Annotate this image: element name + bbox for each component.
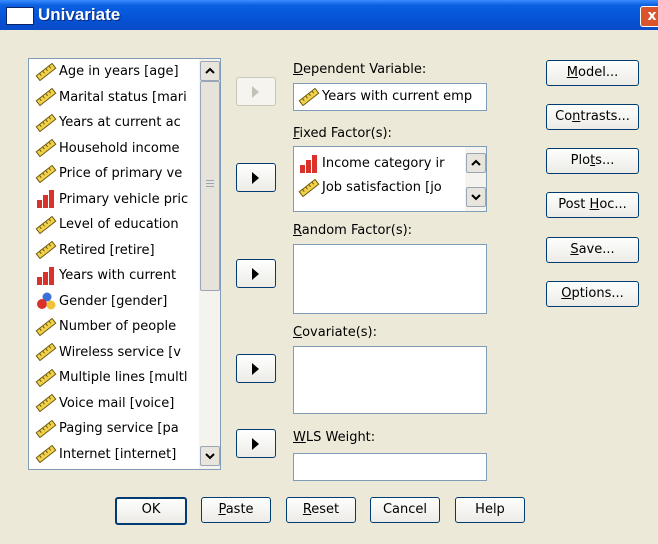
window-title: Univariate: [38, 5, 121, 24]
chevron-up-icon: [471, 159, 481, 166]
list-item-label: Voice mail [voice]: [59, 395, 175, 411]
list-item[interactable]: Retired [retire]: [35, 240, 199, 262]
dependent-variable-value: Years with current emp: [322, 89, 473, 104]
fixed-factors-label: Fixed Factor(s):: [293, 126, 392, 141]
move-to-dependent-button[interactable]: [236, 77, 276, 106]
scale-ruler-icon: [35, 139, 57, 157]
paste-button[interactable]: Paste: [201, 497, 271, 523]
model-button[interactable]: Model...: [546, 60, 639, 86]
options-button[interactable]: Options...: [546, 281, 639, 307]
list-item[interactable]: Price of primary ve: [35, 163, 199, 185]
list-item-label: Internet [internet]: [59, 446, 177, 462]
scale-ruler-icon: [35, 113, 57, 132]
list-item-label: Years with current: [59, 268, 177, 283]
post-hoc-button[interactable]: Post Hoc...: [546, 192, 639, 218]
scroll-up-button[interactable]: [466, 153, 486, 173]
list-item[interactable]: Gender [gender]: [35, 291, 199, 313]
fixed-factors-list[interactable]: Income category ir Job satisfaction [jo: [293, 146, 487, 212]
dependent-variable-field[interactable]: Years with current emp: [293, 83, 487, 111]
scroll-up-button[interactable]: [200, 61, 220, 81]
list-item[interactable]: Years with current: [35, 265, 199, 287]
ordinal-bars-icon: [35, 266, 57, 285]
help-button[interactable]: Help: [455, 497, 525, 523]
plots-button[interactable]: Plots...: [546, 148, 639, 174]
list-item-label: Household income: [59, 140, 180, 156]
source-list-scrollbar[interactable]: [199, 59, 220, 469]
move-to-random-factors-button[interactable]: [236, 259, 276, 288]
source-variable-list[interactable]: Age in years [age] Marital status [mari Ye…: [28, 58, 221, 470]
fixed-factors-scrollbar[interactable]: [465, 147, 486, 211]
list-item[interactable]: Primary vehicle pric: [35, 189, 199, 211]
scale-ruler-icon: [35, 343, 57, 361]
covariates-list[interactable]: [293, 346, 487, 414]
scale-ruler-icon: [35, 215, 57, 234]
list-item-label: Price of primary ve: [59, 166, 183, 181]
scale-ruler-icon: [35, 394, 57, 412]
ordinal-bars-icon: [35, 190, 57, 208]
wls-weight-label: WLS Weight:: [293, 430, 376, 445]
scale-ruler-icon: [35, 368, 57, 387]
list-item[interactable]: Household income: [35, 138, 199, 160]
list-item-label: Multiple lines [multl: [59, 370, 188, 385]
covariates-label: Covariate(s):: [293, 325, 378, 340]
list-item-label: Paging service [pa: [59, 421, 179, 436]
scale-ruler-icon: [35, 419, 57, 438]
list-item[interactable]: Marital status [mari: [35, 87, 199, 109]
scroll-down-button[interactable]: [200, 446, 220, 466]
scale-ruler-icon: [35, 88, 57, 106]
ordinal-bars-icon: [298, 154, 320, 173]
wls-weight-field[interactable]: [293, 453, 487, 481]
list-item[interactable]: Paging service [pa: [35, 418, 199, 440]
scale-ruler-icon: [35, 241, 57, 259]
list-item-label: Wireless service [v: [59, 344, 181, 360]
move-to-covariates-button[interactable]: [236, 354, 276, 383]
list-item-label: Level of education: [59, 217, 179, 232]
nominal-balls-icon: [35, 292, 57, 310]
list-item-label: Primary vehicle pric: [59, 191, 189, 207]
list-item[interactable]: Wireless service [v: [35, 342, 199, 364]
scale-ruler-icon: [298, 87, 320, 106]
list-item[interactable]: Voice mail [voice]: [35, 393, 199, 415]
list-item-label: Number of people: [59, 319, 177, 334]
ok-button[interactable]: OK: [115, 497, 187, 525]
move-to-fixed-factors-button[interactable]: [236, 163, 276, 192]
chevron-up-icon: [205, 67, 215, 74]
scale-ruler-icon: [35, 164, 57, 183]
list-item-label: Age in years [age]: [59, 64, 179, 79]
reset-button[interactable]: Reset: [286, 497, 356, 523]
list-item[interactable]: Income category ir: [298, 153, 464, 175]
title-bar: Univariate x: [0, 0, 658, 30]
chevron-down-icon: [471, 194, 481, 201]
move-to-wls-weight-button[interactable]: [236, 429, 276, 458]
scale-ruler-icon: [298, 178, 320, 197]
list-item[interactable]: Level of education: [35, 214, 199, 236]
list-item[interactable]: Age in years [age]: [35, 61, 199, 83]
list-item-label: Retired [retire]: [59, 242, 155, 258]
dependent-variable-label: Dependent Variable:: [293, 62, 427, 77]
random-factors-list[interactable]: [293, 244, 487, 314]
contrasts-button[interactable]: Contrasts...: [546, 104, 639, 130]
cancel-button[interactable]: Cancel: [370, 497, 440, 523]
random-factors-label: Random Factor(s):: [293, 223, 413, 238]
list-item-label: Marital status [mari: [59, 89, 187, 105]
scroll-down-button[interactable]: [466, 187, 486, 207]
list-item[interactable]: Job satisfaction [jo: [298, 177, 464, 199]
close-button[interactable]: x: [640, 6, 658, 27]
list-item[interactable]: Internet [internet]: [35, 444, 199, 466]
scale-ruler-icon: [35, 317, 57, 336]
list-item[interactable]: Years at current ac: [35, 112, 199, 134]
window-icon: [6, 7, 34, 25]
scroll-thumb[interactable]: [200, 81, 220, 291]
list-item[interactable]: Multiple lines [multl: [35, 367, 199, 389]
save-button[interactable]: Save...: [546, 237, 639, 263]
list-item[interactable]: Number of people: [35, 316, 199, 338]
list-item-label: Years at current ac: [59, 115, 181, 130]
list-item-label: Gender [gender]: [59, 293, 168, 309]
chevron-down-icon: [205, 453, 215, 460]
scale-ruler-icon: [35, 445, 57, 463]
scale-ruler-icon: [35, 62, 57, 81]
